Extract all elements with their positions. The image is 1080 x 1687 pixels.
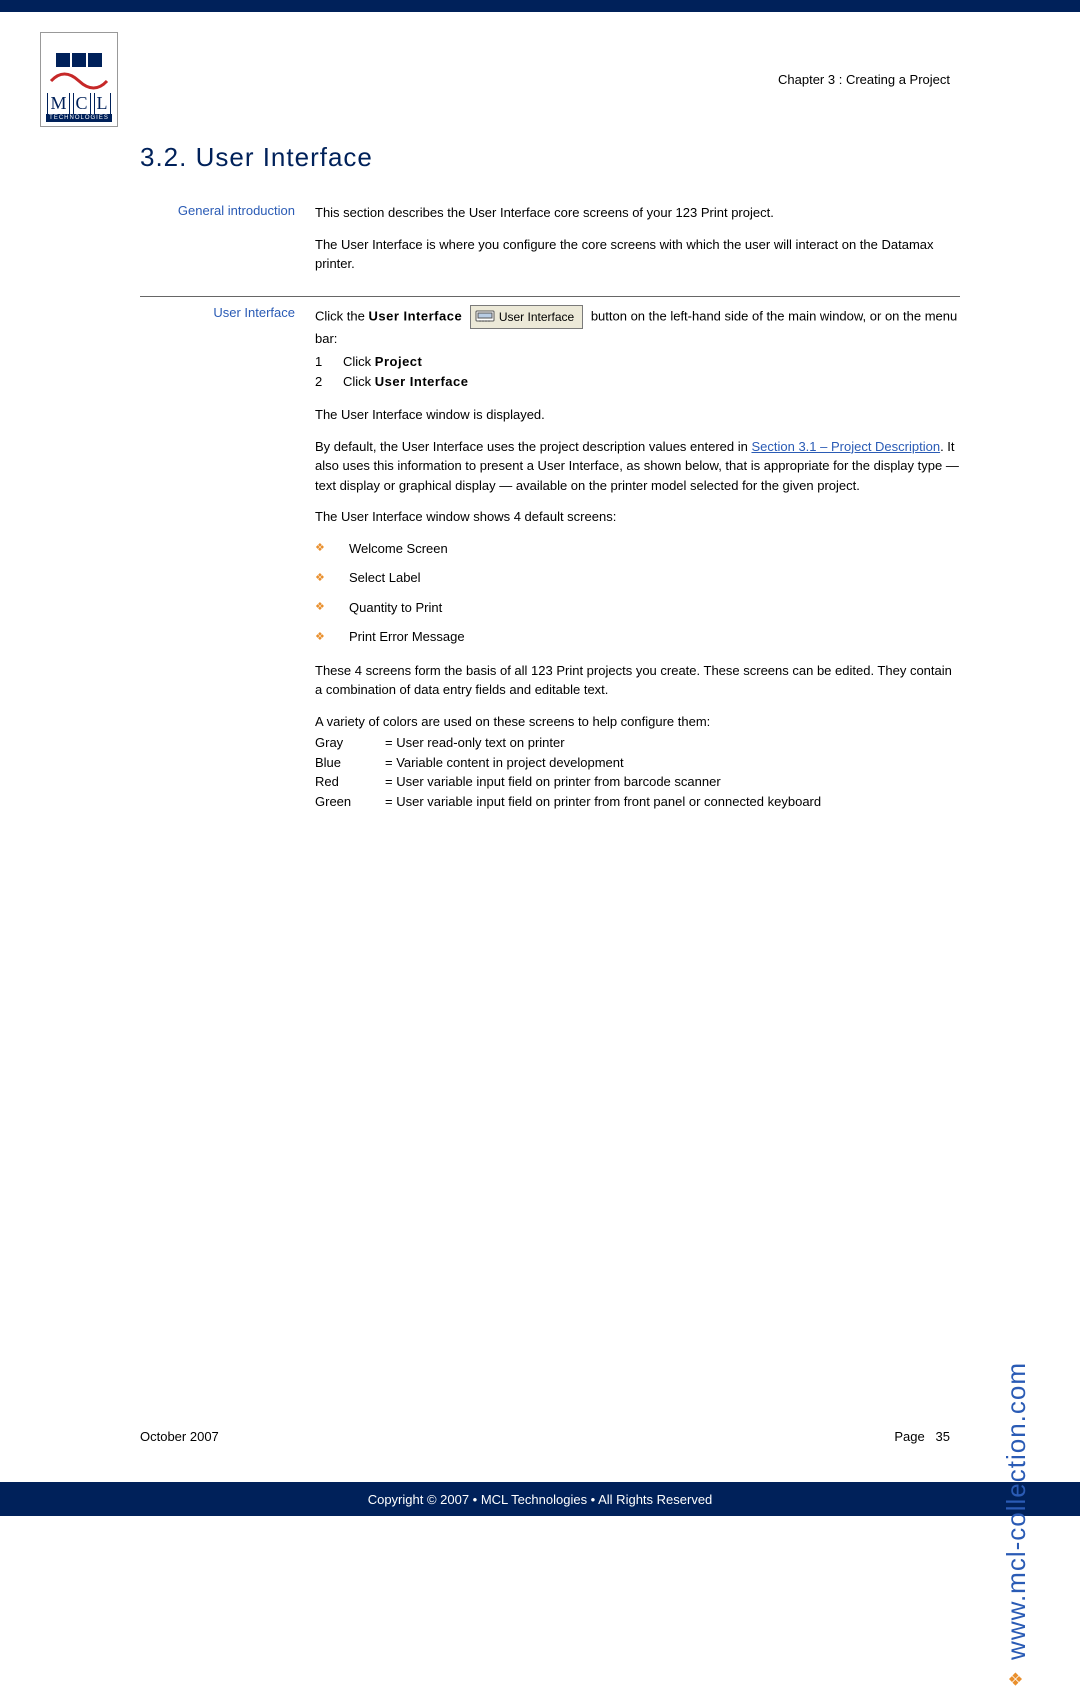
footer-meta: October 2007 Page 35 <box>140 1429 950 1444</box>
general-intro-body: This section describes the User Interfac… <box>315 203 960 286</box>
bullet-icon: ❖ <box>1006 1670 1026 1687</box>
page-body: MCL TECHNOLOGIES Chapter 3 : Creating a … <box>0 12 1080 1482</box>
screen-error: ❖Print Error Message <box>315 627 960 647</box>
click-pre: Click the <box>315 308 368 323</box>
screen-select-label: ❖Select Label <box>315 568 960 588</box>
bullet-icon: ❖ <box>315 629 327 646</box>
color-red-name: Red <box>315 772 385 792</box>
footer-date: October 2007 <box>140 1429 219 1444</box>
chapter-header: Chapter 3 : Creating a Project <box>40 32 960 87</box>
four-screens-intro: The User Interface window shows 4 defaul… <box>315 507 960 527</box>
click-instruction: Click the User Interface User Interface … <box>315 305 960 349</box>
step-2-text: Click User Interface <box>343 372 469 392</box>
four-basis-para: These 4 screens form the basis of all 12… <box>315 661 960 700</box>
color-gray-meaning: = User read-only text on printer <box>385 733 960 753</box>
color-red-meaning: = User variable input field on printer f… <box>385 772 960 792</box>
copyright-text: Copyright © 2007 • MCL Technologies • Al… <box>368 1492 713 1507</box>
intro-para-2: The User Interface is where you configur… <box>315 235 960 274</box>
printer-screen-icon <box>475 310 495 324</box>
general-intro-section: General introduction This section descri… <box>140 203 960 297</box>
mcl-logo: MCL TECHNOLOGIES <box>40 32 118 127</box>
top-bar <box>0 0 1080 12</box>
logo-squares-icon <box>56 53 102 67</box>
step-1-num: 1 <box>315 352 343 372</box>
footer-page: Page 35 <box>894 1429 950 1444</box>
menu-steps: 1Click Project 2Click User Interface <box>315 352 960 391</box>
section-3-1-link[interactable]: Section 3.1 – Project Description <box>751 439 940 454</box>
ui-button-label: User Interface <box>499 310 574 324</box>
bullet-icon: ❖ <box>315 570 327 587</box>
defaults-para: By default, the User Interface uses the … <box>315 437 960 496</box>
user-interface-button[interactable]: User Interface <box>470 305 583 329</box>
default-screens-list: ❖Welcome Screen ❖Select Label ❖Quantity … <box>315 539 960 647</box>
logo-letters: MCL <box>47 93 110 114</box>
logo-tech-label: TECHNOLOGIES <box>46 114 112 122</box>
user-interface-section: User Interface Click the User Interface … <box>140 305 960 822</box>
colors-intro: A variety of colors are used on these sc… <box>315 712 960 732</box>
color-legend: Gray= User read-only text on printer Blu… <box>315 733 960 811</box>
intro-para-1: This section describes the User Interfac… <box>315 203 960 223</box>
step-1-text: Click Project <box>343 352 422 372</box>
color-gray-name: Gray <box>315 733 385 753</box>
bullet-icon: ❖ <box>315 599 327 616</box>
defaults-pre: By default, the User Interface uses the … <box>315 439 751 454</box>
content: 3.2. User Interface General introduction… <box>140 142 960 821</box>
user-interface-body: Click the User Interface User Interface … <box>315 305 960 812</box>
screen-quantity: ❖Quantity to Print <box>315 598 960 618</box>
user-interface-label: User Interface <box>140 305 315 812</box>
color-blue-meaning: = Variable content in project developmen… <box>385 753 960 773</box>
step-2-num: 2 <box>315 372 343 392</box>
color-green-name: Green <box>315 792 385 812</box>
general-intro-label: General introduction <box>140 203 315 286</box>
section-heading: 3.2. User Interface <box>140 142 960 173</box>
bullet-icon: ❖ <box>315 540 327 557</box>
copyright-bar: Copyright © 2007 • MCL Technologies • Al… <box>0 1482 1080 1516</box>
color-blue-name: Blue <box>315 753 385 773</box>
window-displayed: The User Interface window is displayed. <box>315 405 960 425</box>
color-green-meaning: = User variable input field on printer f… <box>385 792 960 812</box>
click-bold: User Interface <box>368 308 462 323</box>
side-url: ❖www.mcl-collection.com <box>1001 1362 1032 1687</box>
logo-wave-icon <box>49 71 109 93</box>
screen-welcome: ❖Welcome Screen <box>315 539 960 559</box>
